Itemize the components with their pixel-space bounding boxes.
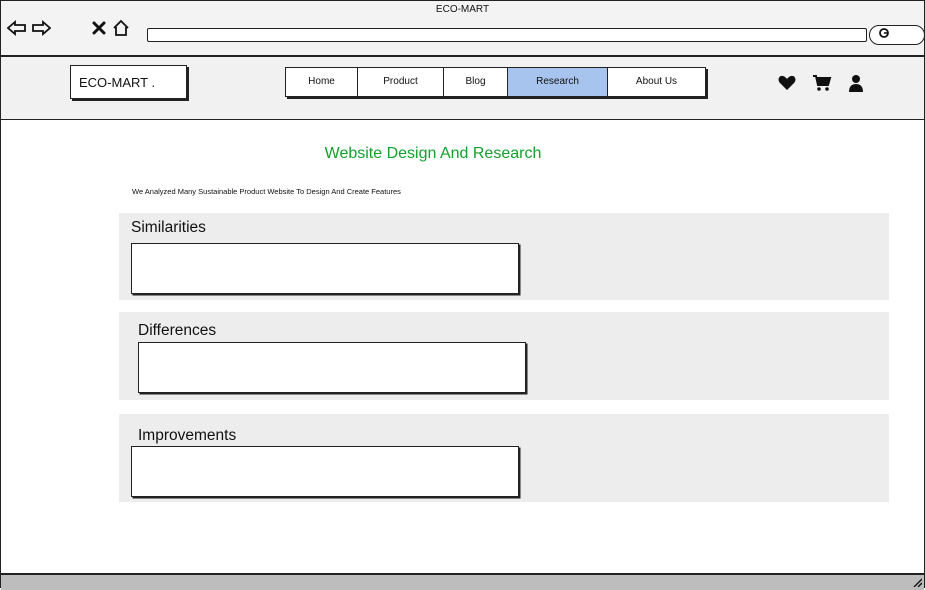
nav-about-us[interactable]: About Us [608, 68, 705, 96]
site-header: ECO-MART . Home Product Blog Research Ab… [1, 57, 924, 120]
home-icon[interactable] [111, 18, 131, 38]
address-bar[interactable] [147, 28, 867, 42]
improvements-textbox[interactable] [131, 446, 519, 497]
nav-blog[interactable]: Blog [444, 68, 508, 96]
header-icons [778, 74, 864, 97]
improvements-section: Improvements [119, 414, 889, 502]
page-subtitle: We Analyzed Many Sustainable Product Web… [132, 187, 401, 196]
user-icon[interactable] [848, 74, 864, 97]
forward-arrow-icon[interactable] [31, 18, 51, 38]
browser-window: ECO-MART ECO-MART . Home Product Blog Re… [0, 0, 925, 590]
search-box[interactable] [869, 25, 925, 45]
search-icon [878, 27, 890, 42]
differences-heading: Differences [138, 322, 217, 339]
differences-textbox[interactable] [138, 342, 526, 393]
nav-home[interactable]: Home [286, 68, 358, 96]
browser-toolbar: ECO-MART [1, 1, 925, 57]
nav-product[interactable]: Product [358, 68, 444, 96]
close-icon[interactable] [89, 18, 109, 38]
resize-grip-icon[interactable] [912, 577, 922, 587]
main-nav: Home Product Blog Research About Us [285, 67, 706, 97]
similarities-heading: Similarities [131, 219, 206, 236]
cart-icon[interactable] [812, 74, 832, 97]
page-title: Website Design And Research [324, 145, 542, 162]
window-title: ECO-MART [435, 4, 490, 15]
similarities-textbox[interactable] [131, 243, 519, 294]
differences-section: Differences [119, 312, 889, 400]
similarities-section: Similarities [119, 213, 889, 300]
improvements-heading: Improvements [138, 427, 237, 444]
nav-research[interactable]: Research [508, 68, 608, 96]
status-bar [1, 573, 924, 590]
back-arrow-icon[interactable] [7, 18, 27, 38]
site-logo[interactable]: ECO-MART . [70, 65, 187, 99]
heart-icon[interactable] [778, 75, 796, 96]
